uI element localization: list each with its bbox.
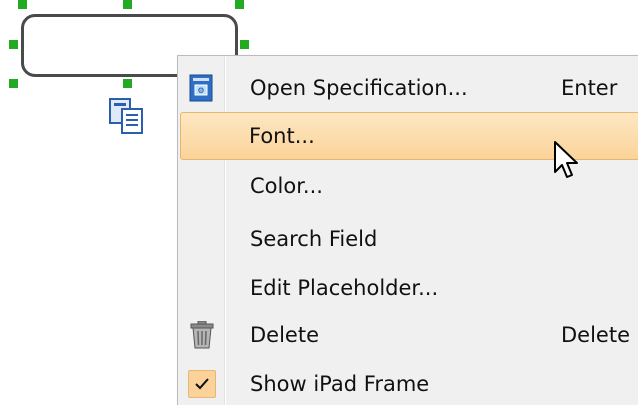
resize-handle-top-right[interactable] bbox=[235, 0, 244, 9]
menu-item-delete[interactable]: Delete Delete bbox=[180, 311, 638, 359]
menu-item-search-field[interactable]: Search Field bbox=[180, 215, 638, 263]
resource-catalog-icon[interactable] bbox=[108, 97, 148, 137]
resize-handle-top-left[interactable] bbox=[18, 0, 27, 9]
resize-handle-right[interactable] bbox=[240, 40, 249, 49]
resize-handle-bottom[interactable] bbox=[123, 79, 132, 88]
menu-item-label: Search Field bbox=[250, 227, 378, 251]
menu-item-label: Color... bbox=[250, 174, 323, 198]
menu-item-open-specification[interactable]: ⚙ Open Specification... Enter bbox=[180, 64, 638, 112]
menu-item-edit-placeholder[interactable]: Edit Placeholder... bbox=[180, 264, 638, 312]
resize-handle-left[interactable] bbox=[9, 40, 18, 49]
diagram-canvas[interactable]: ⚙ Open Specification... Enter Font... Co… bbox=[0, 0, 638, 405]
specification-icon: ⚙ bbox=[186, 72, 218, 104]
svg-text:⚙: ⚙ bbox=[197, 86, 204, 95]
menu-item-label: Show iPad Frame bbox=[250, 372, 430, 396]
menu-item-label: Font... bbox=[249, 124, 315, 148]
trash-icon bbox=[186, 319, 218, 351]
menu-item-shortcut: Delete bbox=[561, 323, 630, 347]
menu-item-label: Open Specification... bbox=[250, 76, 468, 100]
mouse-cursor-icon bbox=[553, 140, 581, 182]
menu-item-shortcut: Enter bbox=[561, 76, 618, 100]
menu-item-show-ipad-frame[interactable]: Show iPad Frame bbox=[180, 360, 638, 405]
menu-item-label: Delete bbox=[250, 323, 319, 347]
resize-handle-top[interactable] bbox=[123, 0, 132, 9]
resize-handle-bottom-left[interactable] bbox=[9, 79, 18, 88]
menu-item-label: Edit Placeholder... bbox=[250, 276, 439, 300]
checkmark-icon bbox=[186, 368, 218, 400]
context-menu: ⚙ Open Specification... Enter Font... Co… bbox=[177, 55, 638, 405]
